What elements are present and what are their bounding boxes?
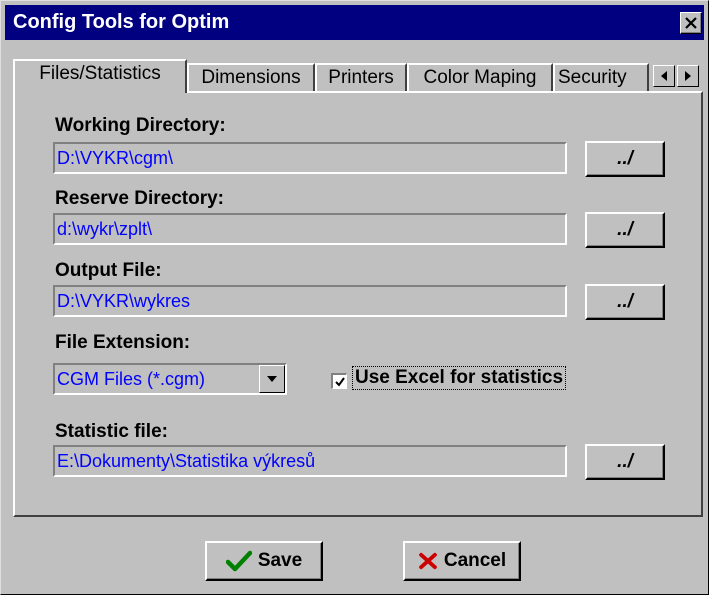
file-extension-dropdown-button[interactable] (259, 365, 285, 393)
statistic-file-field[interactable]: E:\Dokumenty\Statistika výkresů (53, 445, 567, 477)
save-label: Save (257, 550, 303, 571)
tab-security[interactable]: Security (553, 63, 649, 91)
tab-color-maping[interactable]: Color Maping (407, 63, 553, 91)
chevron-down-icon (267, 376, 277, 382)
tab-dimensions[interactable]: Dimensions (187, 63, 315, 91)
use-excel-label[interactable]: Use Excel for statistics (351, 366, 567, 390)
reserve-directory-label: Reserve Directory: (55, 188, 224, 209)
output-file-field[interactable]: D:\VYKR\wykres (53, 285, 567, 317)
window-title: Config Tools for Optim (13, 11, 230, 33)
save-button[interactable]: Save (205, 541, 323, 581)
file-extension-label: File Extension: (55, 332, 191, 353)
x-icon (418, 552, 437, 570)
use-excel-checkbox[interactable] (331, 373, 347, 389)
check-icon (334, 376, 345, 387)
checkmark-icon (225, 550, 252, 572)
tab-scroll-right[interactable] (677, 65, 699, 87)
close-icon (685, 17, 697, 29)
file-extension-select[interactable]: CGM Files (*.cgm) (53, 363, 287, 395)
title-bar[interactable]: Config Tools for Optim (5, 5, 704, 40)
statistic-file-label: Statistic file: (55, 421, 168, 442)
statistic-file-browse-button[interactable]: ../ (585, 444, 665, 480)
output-file-browse-button[interactable]: ../ (585, 284, 665, 320)
working-directory-browse-button[interactable]: ../ (585, 141, 665, 177)
arrow-right-icon (685, 71, 691, 81)
reserve-directory-browse-button[interactable]: ../ (585, 212, 665, 248)
close-button[interactable] (680, 12, 702, 34)
file-extension-value: CGM Files (*.cgm) (57, 369, 205, 389)
tab-files-statistics[interactable]: Files/Statistics (13, 59, 187, 93)
working-directory-field[interactable]: D:\VYKR\cgm\ (53, 142, 567, 174)
tab-printers[interactable]: Printers (315, 63, 407, 91)
output-file-label: Output File: (55, 260, 162, 281)
config-dialog: Config Tools for Optim Files/Statistics … (0, 0, 709, 595)
tab-scroll-left[interactable] (653, 65, 675, 87)
cancel-button[interactable]: Cancel (403, 541, 521, 581)
reserve-directory-field[interactable]: d:\wykr\zplt\ (53, 213, 567, 245)
tab-strip: Files/Statistics Dimensions Printers Col… (13, 59, 703, 93)
arrow-left-icon (661, 71, 667, 81)
working-directory-label: Working Directory: (55, 115, 226, 136)
cancel-label: Cancel (443, 550, 507, 571)
